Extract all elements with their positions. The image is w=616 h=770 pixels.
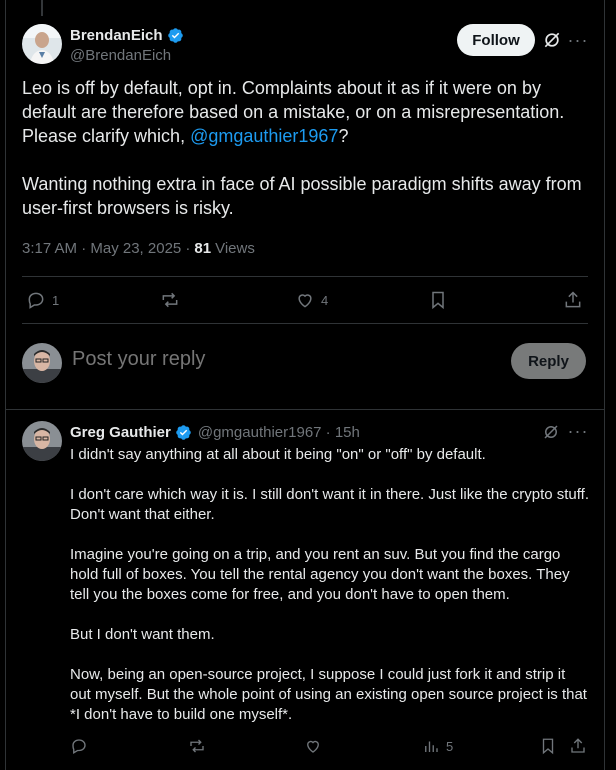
bookmark-action[interactable]	[539, 737, 557, 755]
grok-icon[interactable]	[542, 423, 560, 441]
heart-icon	[298, 294, 312, 308]
author-handle[interactable]: @BrendanEich	[70, 47, 184, 64]
tweet-meta: 3:17 AM · May 23, 2025 · 81 Views	[22, 240, 255, 257]
more-options-icon[interactable]: ···	[568, 421, 588, 441]
author-name[interactable]: BrendanEich	[70, 27, 163, 44]
reply-action[interactable]: 1	[26, 290, 59, 310]
views-label: Views	[215, 240, 255, 257]
share-action[interactable]	[563, 290, 583, 310]
like-action[interactable]	[304, 737, 322, 755]
divider	[22, 323, 588, 324]
verified-badge-icon	[167, 27, 183, 43]
like-count: 4	[321, 292, 329, 308]
author-block: BrendanEich @BrendanEich	[70, 26, 184, 64]
share-icon	[565, 291, 581, 308]
divider	[5, 409, 605, 410]
mention-link[interactable]: @gmgauthier1967	[190, 126, 338, 146]
follow-button[interactable]: Follow	[457, 24, 535, 56]
more-options-icon[interactable]: ···	[568, 30, 588, 50]
views-action[interactable]: 5	[422, 737, 453, 755]
user-avatar[interactable]	[22, 343, 62, 383]
author-block: Greg Gauthier @gmgauthier1967 · 15h	[70, 423, 360, 441]
grok-icon[interactable]	[542, 30, 562, 50]
reply-input[interactable]	[72, 348, 472, 371]
bookmark-action[interactable]	[428, 290, 448, 310]
reply-composer: Reply	[22, 340, 588, 386]
views-count: 5	[446, 738, 454, 754]
verified-badge-icon	[176, 424, 191, 440]
reply-icon	[72, 739, 86, 754]
action-bar: 5	[70, 737, 590, 757]
divider	[22, 276, 588, 277]
repost-icon	[162, 292, 178, 308]
analytics-icon	[425, 741, 438, 752]
reply-button[interactable]: Reply	[511, 343, 586, 379]
reply-action[interactable]	[70, 737, 88, 755]
share-action[interactable]	[569, 737, 587, 755]
action-bar: 1 4	[22, 288, 588, 312]
reply-text: I didn't say anything at all about it be…	[70, 446, 590, 723]
like-action[interactable]: 4	[295, 290, 328, 310]
author-name[interactable]: Greg Gauthier	[70, 424, 171, 441]
repost-action[interactable]	[160, 290, 186, 310]
author-handle-time[interactable]: @gmgauthier1967 · 15h	[198, 424, 360, 441]
timestamp[interactable]: 3:17 AM · May 23, 2025 ·	[22, 240, 190, 257]
reply-icon	[28, 292, 44, 309]
share-icon	[571, 738, 585, 753]
views-count: 81	[194, 240, 212, 257]
reply-count: 1	[52, 292, 60, 308]
bookmark-icon	[432, 291, 444, 310]
repost-icon	[190, 739, 204, 753]
heart-icon	[307, 740, 319, 753]
bookmark-icon	[542, 738, 554, 755]
repost-action[interactable]	[188, 737, 206, 755]
thread-connector-line	[41, 0, 43, 16]
greg-avatar[interactable]	[22, 421, 62, 461]
brendan-avatar[interactable]	[22, 24, 62, 64]
tweet-text: Leo is off by default, opt in. Complaint…	[22, 76, 588, 220]
